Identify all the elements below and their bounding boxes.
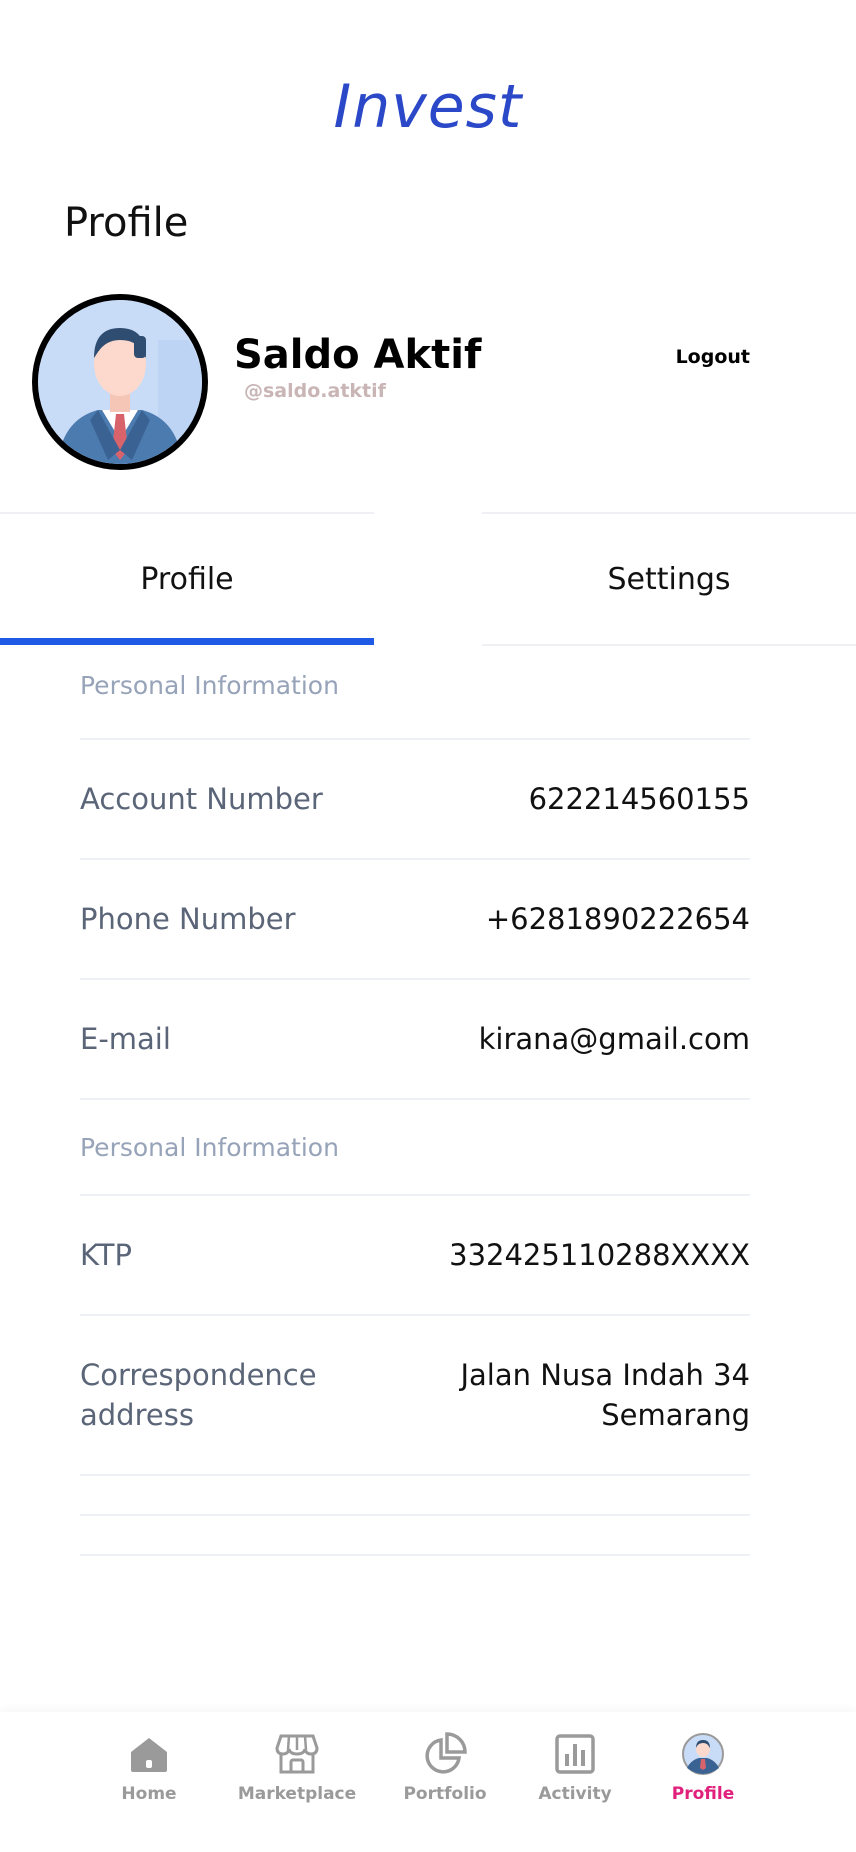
row-label: Correspondence address <box>80 1358 317 1432</box>
tab-profile-label: Profile <box>140 561 234 597</box>
nav-marketplace-label: Marketplace <box>237 1784 357 1804</box>
section-header: Personal Information <box>80 1100 750 1196</box>
logout-button[interactable]: Logout <box>640 346 750 368</box>
info-row-correspondence-address: Correspondence address Jalan Nusa Indah … <box>80 1316 750 1476</box>
profile-tabs: Profile Settings <box>0 512 856 646</box>
user-handle: @saldo.atktif <box>244 380 386 402</box>
row-value: Jalan Nusa Indah 34 Semarang <box>460 1358 750 1432</box>
row-label: KTP <box>80 1238 132 1272</box>
activity-icon <box>555 1734 595 1774</box>
nav-marketplace[interactable]: Marketplace <box>232 1732 362 1804</box>
portfolio-icon <box>425 1732 467 1774</box>
row-value: kirana@gmail.com <box>478 1022 750 1056</box>
nav-activity-label: Activity <box>538 1784 612 1804</box>
info-row-email: E-mail kirana@gmail.com <box>80 980 750 1100</box>
tab-settings[interactable]: Settings <box>482 512 856 646</box>
marketplace-icon <box>275 1734 319 1774</box>
user-name: Saldo Aktif <box>234 332 482 378</box>
nav-home-label: Home <box>121 1784 177 1804</box>
nav-portfolio[interactable]: Portfolio <box>380 1732 510 1804</box>
home-icon <box>131 1738 167 1772</box>
info-row-ktp: KTP 332425110288XXXX <box>80 1196 750 1316</box>
row-label: Phone Number <box>80 902 296 936</box>
section-header: Personal Information <box>80 646 750 740</box>
profile-avatar-icon <box>682 1733 724 1775</box>
divider <box>80 1516 750 1556</box>
row-value: +6281890222654 <box>485 902 750 936</box>
nav-profile[interactable]: Profile <box>638 1732 768 1804</box>
page-title: Profile <box>64 200 189 246</box>
info-row-phone-number: Phone Number +6281890222654 <box>80 860 750 980</box>
tab-profile[interactable]: Profile <box>0 512 374 646</box>
row-label: Account Number <box>80 782 323 816</box>
tab-settings-label: Settings <box>607 561 731 597</box>
active-tab-indicator <box>0 638 374 645</box>
nav-portfolio-label: Portfolio <box>403 1784 487 1804</box>
nav-profile-label: Profile <box>671 1784 735 1804</box>
divider <box>80 1476 750 1516</box>
row-value: 332425110288XXXX <box>449 1238 750 1272</box>
row-value: 622214560155 <box>528 782 750 816</box>
nav-activity[interactable]: Activity <box>510 1732 640 1804</box>
profile-info-list: Personal Information Account Number 6222… <box>80 646 750 1556</box>
user-avatar-icon <box>38 300 202 464</box>
row-label: E-mail <box>80 1022 171 1056</box>
app-title: Invest <box>333 72 523 142</box>
info-row-account-number: Account Number 622214560155 <box>80 740 750 860</box>
nav-home[interactable]: Home <box>84 1732 214 1804</box>
avatar <box>32 294 208 470</box>
bottom-nav: Home Marketplace Portfolio Activity Prof… <box>0 1712 856 1852</box>
